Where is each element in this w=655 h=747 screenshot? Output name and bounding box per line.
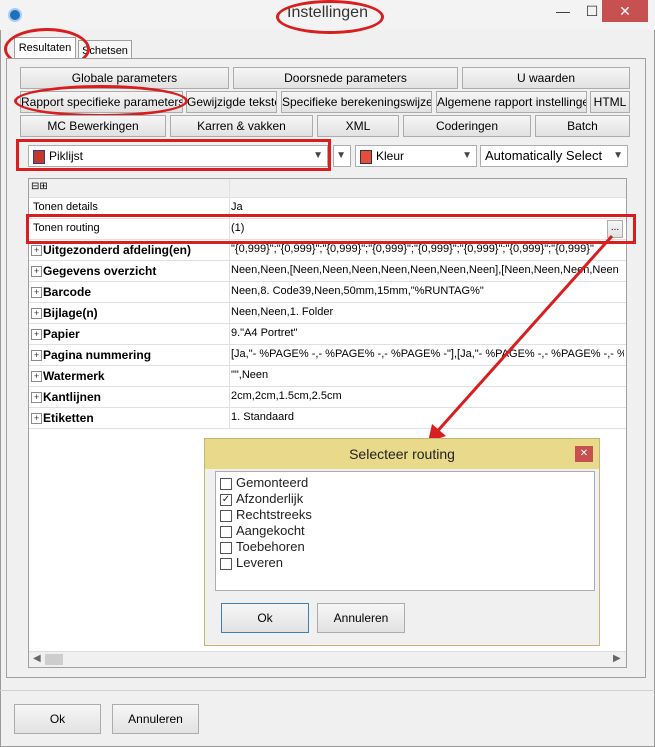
routing-item-label: Leveren: [236, 555, 283, 570]
routing-item[interactable]: Toebehoren: [220, 539, 305, 554]
routing-item-label: Afzonderlijk: [236, 491, 304, 506]
routing-item-label: Toebehoren: [236, 539, 305, 554]
routing-listbox: Gemonteerd ✓ Afzonderlijk Rechtstreeks Aa…: [215, 471, 595, 591]
checkbox[interactable]: [220, 541, 232, 554]
footer-cancel-button[interactable]: Annuleren: [112, 704, 199, 734]
footer-ok-button[interactable]: Ok: [14, 704, 101, 734]
routing-item-label: Aangekocht: [236, 523, 305, 538]
routing-item-label: Gemonteerd: [236, 475, 309, 490]
routing-item[interactable]: Rechtstreeks: [220, 507, 312, 522]
checkbox[interactable]: [220, 477, 232, 490]
dialog-cancel-button[interactable]: Annuleren: [317, 603, 405, 633]
dialog-ok-button[interactable]: Ok: [221, 603, 309, 633]
checkbox[interactable]: [220, 525, 232, 538]
checkbox-checked[interactable]: ✓: [220, 493, 232, 506]
footer-divider: [0, 690, 655, 691]
routing-item[interactable]: Aangekocht: [220, 523, 305, 538]
routing-item[interactable]: ✓ Afzonderlijk: [220, 491, 303, 506]
routing-item-label: Rechtstreeks: [236, 507, 312, 522]
routing-item[interactable]: Gemonteerd: [220, 475, 308, 490]
dialog-close-button[interactable]: ✕: [575, 446, 593, 462]
checkbox[interactable]: [220, 557, 232, 570]
selecteer-routing-dialog: Selecteer routing ✕ Gemonteerd ✓ Afzonder…: [204, 438, 600, 646]
routing-item[interactable]: Leveren: [220, 555, 283, 570]
checkbox[interactable]: [220, 509, 232, 522]
dialog-title: Selecteer routing: [205, 439, 599, 469]
